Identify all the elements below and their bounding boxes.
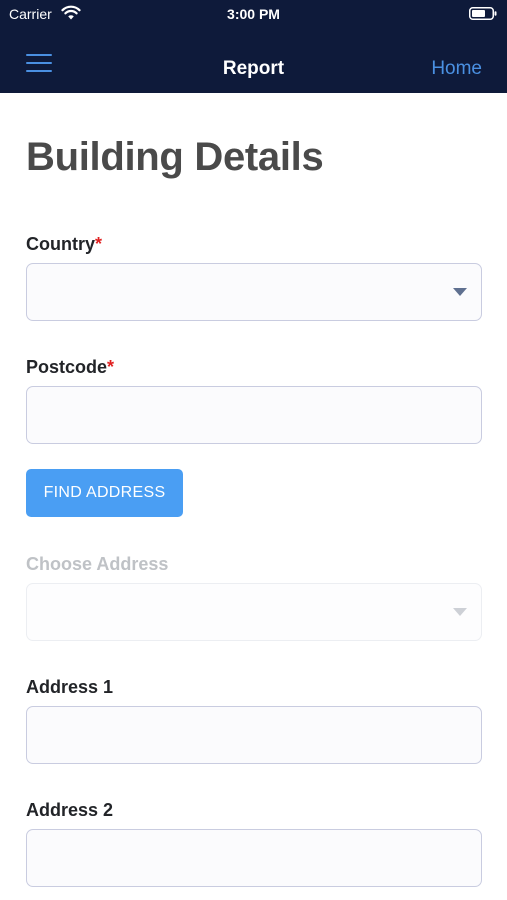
- required-mark: *: [107, 357, 115, 377]
- status-bar: Carrier 3:00 PM: [0, 0, 507, 30]
- battery-icon: [469, 7, 497, 20]
- navigation-bar: Report Home: [0, 30, 507, 93]
- status-time: 3:00 PM: [227, 6, 280, 22]
- dropdown-caret-icon: [453, 608, 467, 616]
- required-mark: *: [95, 234, 103, 254]
- page-title: Building Details: [26, 135, 324, 179]
- postcode-label: Postcode*: [26, 357, 115, 377]
- dropdown-caret-icon: [453, 288, 467, 296]
- home-link[interactable]: Home: [431, 58, 482, 80]
- address2-label: Address 2: [26, 800, 114, 820]
- find-address-button[interactable]: FIND ADDRESS: [26, 469, 183, 517]
- address1-label: Address 1: [26, 677, 114, 697]
- country-label: Country*: [26, 234, 103, 254]
- choose-address-select[interactable]: [26, 583, 482, 641]
- address2-input[interactable]: [26, 829, 482, 887]
- country-select[interactable]: [26, 263, 482, 321]
- address1-input[interactable]: [26, 706, 482, 764]
- choose-address-label: Choose Address: [26, 554, 169, 574]
- postcode-input[interactable]: [26, 386, 482, 444]
